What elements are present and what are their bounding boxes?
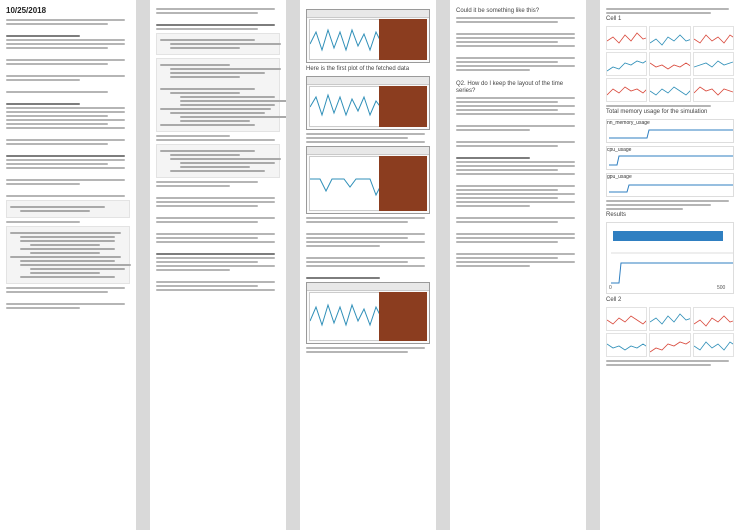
line-chart-1: nn_memory_usage [606, 119, 734, 143]
notes-column-4: Could it be something like this? Q2. How… [450, 0, 586, 530]
notes-column-5: Cell 1 Total memory usage for the simula… [600, 0, 740, 530]
brown-panel [379, 292, 427, 341]
step-chart [609, 129, 733, 139]
waveform-plot [310, 178, 385, 197]
code-block [6, 226, 132, 284]
small-multiples-grid-2 [606, 307, 734, 357]
code-block [156, 33, 282, 55]
notes-column-2 [150, 0, 286, 530]
waveform-line [309, 28, 383, 52]
waveform-plot [309, 93, 383, 117]
axis-label-b: 500 [717, 285, 726, 291]
results-label: Results [606, 212, 627, 218]
axis-label-a: 0 [609, 285, 612, 291]
date-title: 10/25/2018 [6, 6, 47, 15]
waveform-line [309, 93, 383, 117]
waveform-plot [309, 303, 383, 327]
chart-caption: Total memory usage for the simulation [606, 109, 708, 115]
small-multiples-grid [606, 26, 734, 102]
brown-panel [379, 156, 427, 211]
cell-label: Cell 2 [606, 297, 622, 303]
line-chart-2: cpu_usage [606, 146, 734, 170]
section-label: Cell 1 [606, 16, 622, 22]
plot-window-2 [306, 76, 430, 130]
code-block [156, 144, 282, 178]
step-chart [609, 184, 733, 193]
question-heading: Q2. How do I keep the layout of the time… [456, 81, 564, 94]
plot-window-4 [306, 282, 430, 344]
brown-panel [379, 19, 427, 60]
plot-window-1 [306, 9, 430, 63]
brown-panel [379, 86, 427, 127]
notes-board: 10/25/2018 Here is the first plot of the… [0, 0, 740, 530]
code-block [156, 58, 286, 132]
waveform-plot [309, 28, 383, 52]
bar [613, 231, 723, 241]
notes-column-1: 10/25/2018 [0, 0, 136, 530]
cell-prompt: Could it be something like this? [456, 8, 540, 14]
plot-caption: Here is the first plot of the fetched da… [306, 66, 410, 72]
code-block [6, 200, 130, 218]
notes-column-3: Here is the first plot of the fetched da… [300, 0, 436, 530]
bar-chart-svg: 0 500 [609, 231, 733, 291]
line-chart-3: gpu_usage [606, 173, 734, 197]
step-chart [609, 155, 733, 166]
waveform-line [310, 178, 385, 197]
plot-window-3 [306, 146, 430, 214]
step-line [611, 262, 733, 284]
bar-chart: 0 500 [606, 222, 734, 294]
waveform-line [309, 303, 383, 327]
